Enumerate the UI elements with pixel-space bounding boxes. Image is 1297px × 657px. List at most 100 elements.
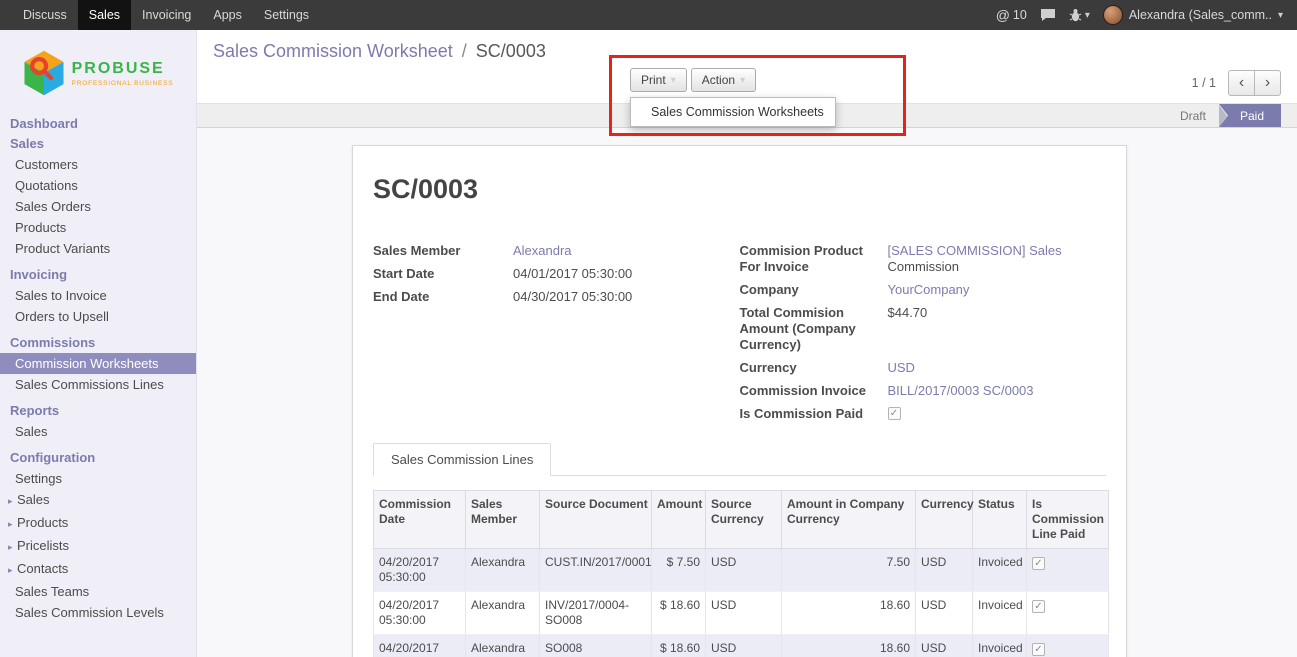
- expand-arrow-icon: ▸: [8, 540, 17, 555]
- at-icon: @: [996, 7, 1010, 23]
- status-paid[interactable]: Paid: [1219, 104, 1281, 127]
- sidebar-item-sales-commissions-lines[interactable]: Sales Commissions Lines: [0, 374, 196, 395]
- field-label-company: Company: [740, 282, 888, 298]
- dropdown-item-sales-commission-worksheets[interactable]: Sales Commission Worksheets: [631, 98, 835, 126]
- field-label-sales-member: Sales Member: [373, 243, 513, 259]
- col-header-amount[interactable]: Amount: [652, 491, 706, 549]
- sidebar: PROBUSE PROFESSIONAL BUSINESS Dashboard …: [0, 30, 197, 657]
- pager-previous-button[interactable]: ‹: [1228, 70, 1255, 96]
- app-window: Discuss Sales Invoicing Apps Settings @ …: [0, 0, 1297, 657]
- action-button-label: Action: [702, 73, 735, 87]
- cell-status: Invoiced: [973, 592, 1027, 635]
- avatar: [1103, 5, 1123, 25]
- menu-invoicing[interactable]: Invoicing: [131, 0, 202, 30]
- sidebar-item-config-sales[interactable]: ▸Sales: [0, 489, 196, 512]
- col-header-source-currency[interactable]: Source Currency: [706, 491, 782, 549]
- field-label-commission-product: Commision Product For Invoice: [740, 243, 888, 275]
- status-draft[interactable]: Draft: [1167, 104, 1219, 127]
- field-label-total-commission: Total Commision Amount (Company Currency…: [740, 305, 888, 353]
- print-button[interactable]: Print ▾: [630, 68, 687, 92]
- debug-menu[interactable]: ▾: [1069, 8, 1090, 22]
- sidebar-item-sales-to-invoice[interactable]: Sales to Invoice: [0, 285, 196, 306]
- breadcrumb-parent-link[interactable]: Sales Commission Worksheet: [213, 41, 453, 61]
- sidebar-item-commission-worksheets[interactable]: Commission Worksheets: [0, 353, 196, 374]
- field-value-company[interactable]: YourCompany: [888, 282, 1070, 298]
- cell-source-currency: USD: [706, 592, 782, 635]
- sidebar-section-sales[interactable]: Sales: [0, 134, 196, 154]
- sidebar-item-orders-to-upsell[interactable]: Orders to Upsell: [0, 306, 196, 327]
- col-header-currency[interactable]: Currency: [916, 491, 973, 549]
- menu-apps[interactable]: Apps: [202, 0, 253, 30]
- bug-icon: [1069, 8, 1082, 22]
- field-value-sales-member[interactable]: Alexandra: [513, 243, 572, 259]
- logo-title: PROBUSE: [72, 60, 174, 78]
- content-body: SC/0003 Sales Member Alexandra Start Dat…: [197, 128, 1297, 657]
- mentions-indicator[interactable]: @ 10: [996, 7, 1027, 23]
- menu-sales[interactable]: Sales: [78, 0, 131, 30]
- col-header-is-commission-line-paid[interactable]: Is Commission Line Paid: [1027, 491, 1109, 549]
- line-paid-checkbox: ✓: [1032, 557, 1045, 570]
- sidebar-item-config-contacts[interactable]: ▸Contacts: [0, 558, 196, 581]
- user-menu[interactable]: Alexandra (Sales_comm.. ▾: [1103, 5, 1283, 25]
- table-row[interactable]: 04/20/2017 10:35:53 Alexandra SO008 $ 18…: [374, 635, 1109, 657]
- col-header-status[interactable]: Status: [973, 491, 1027, 549]
- cell-currency: USD: [916, 592, 973, 635]
- sidebar-item-quotations[interactable]: Quotations: [0, 175, 196, 196]
- mention-count: 10: [1013, 8, 1027, 22]
- sidebar-section-reports[interactable]: Reports: [0, 401, 196, 421]
- field-value-commission-invoice[interactable]: BILL/2017/0003 SC/0003: [888, 383, 1070, 399]
- sidebar-item-label: Products: [17, 515, 68, 530]
- sidebar-item-settings[interactable]: Settings: [0, 468, 196, 489]
- col-header-sales-member[interactable]: Sales Member: [466, 491, 540, 549]
- cell-currency: USD: [916, 549, 973, 592]
- probuse-logo-icon: [23, 50, 65, 96]
- sidebar-item-config-products[interactable]: ▸Products: [0, 512, 196, 535]
- table-row[interactable]: 04/20/2017 05:30:00 Alexandra CUST.IN/20…: [374, 549, 1109, 592]
- cell-date: 04/20/2017 05:30:00: [374, 592, 466, 635]
- tab-sales-commission-lines[interactable]: Sales Commission Lines: [373, 443, 551, 476]
- sidebar-item-label: Sales: [17, 492, 50, 507]
- user-name: Alexandra (Sales_comm..: [1129, 8, 1272, 22]
- logo-subtitle: PROFESSIONAL BUSINESS: [72, 80, 174, 87]
- field-label-start-date: Start Date: [373, 266, 513, 282]
- cell-member: Alexandra: [466, 592, 540, 635]
- sidebar-item-product-variants[interactable]: Product Variants: [0, 238, 196, 259]
- pager-next-button[interactable]: ›: [1254, 70, 1281, 96]
- col-header-amount-company-currency[interactable]: Amount in Company Currency: [782, 491, 916, 549]
- pager-count: 1 / 1: [1192, 76, 1216, 90]
- control-buttons: Print ▾ Action ▾: [630, 68, 756, 92]
- sidebar-item-reports-sales[interactable]: Sales: [0, 421, 196, 442]
- app-logo: PROBUSE PROFESSIONAL BUSINESS: [0, 30, 196, 114]
- col-header-source-document[interactable]: Source Document: [540, 491, 652, 549]
- sidebar-section-commissions[interactable]: Commissions: [0, 333, 196, 353]
- col-header-commission-date[interactable]: Commission Date: [374, 491, 466, 549]
- field-value-currency[interactable]: USD: [888, 360, 1070, 376]
- table-row[interactable]: 04/20/2017 05:30:00 Alexandra INV/2017/0…: [374, 592, 1109, 635]
- action-button[interactable]: Action ▾: [691, 68, 756, 92]
- topbar-right: @ 10 ▾ Alexandra (Sales_comm.. ▾: [996, 5, 1297, 25]
- chevron-down-icon: ▾: [1085, 10, 1090, 21]
- cell-source: INV/2017/0004-SO008: [540, 592, 652, 635]
- menu-discuss[interactable]: Discuss: [12, 0, 78, 30]
- sidebar-item-sales-commission-levels[interactable]: Sales Commission Levels: [0, 602, 196, 623]
- sidebar-item-customers[interactable]: Customers: [0, 154, 196, 175]
- field-value-commission-product[interactable]: [SALES COMMISSION] Sales: [888, 243, 1062, 258]
- menu-settings[interactable]: Settings: [253, 0, 320, 30]
- sidebar-item-label: Pricelists: [17, 538, 69, 553]
- cell-status: Invoiced: [973, 635, 1027, 657]
- sidebar-item-dashboard[interactable]: Dashboard: [0, 114, 196, 134]
- cell-date: 04/20/2017 05:30:00: [374, 549, 466, 592]
- sidebar-section-configuration[interactable]: Configuration: [0, 448, 196, 468]
- breadcrumb-current: SC/0003: [476, 41, 546, 61]
- form-sheet: SC/0003 Sales Member Alexandra Start Dat…: [352, 145, 1127, 657]
- field-group-left: Sales Member Alexandra Start Date 04/01/…: [373, 243, 740, 429]
- sidebar-item-config-pricelists[interactable]: ▸Pricelists: [0, 535, 196, 558]
- sidebar-item-sales-orders[interactable]: Sales Orders: [0, 196, 196, 217]
- sidebar-item-sales-teams[interactable]: Sales Teams: [0, 581, 196, 602]
- sidebar-section-invoicing[interactable]: Invoicing: [0, 265, 196, 285]
- cell-member: Alexandra: [466, 549, 540, 592]
- sidebar-item-products[interactable]: Products: [0, 217, 196, 238]
- messages-icon[interactable]: [1040, 8, 1056, 22]
- field-value-end-date: 04/30/2017 05:30:00: [513, 289, 632, 305]
- field-label-is-commission-paid: Is Commission Paid: [740, 406, 888, 422]
